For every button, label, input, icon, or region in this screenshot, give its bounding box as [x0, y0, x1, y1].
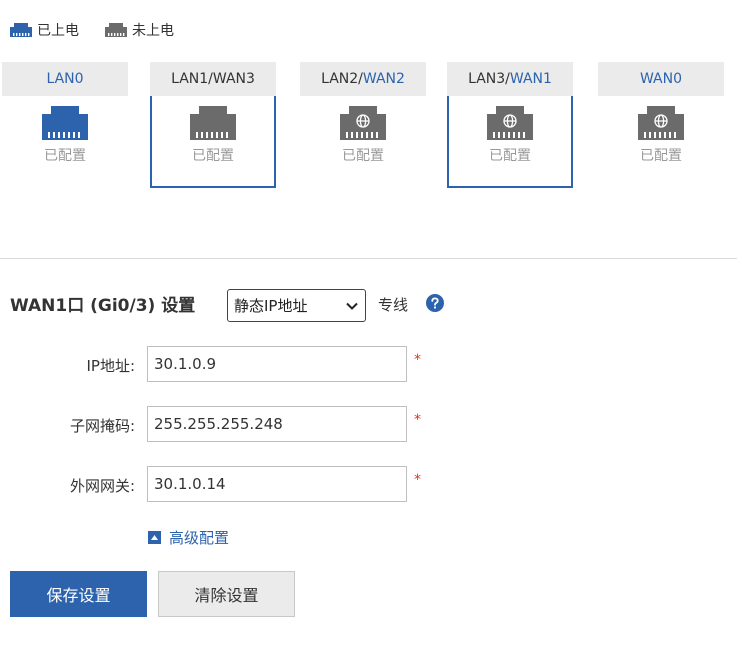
- gateway-input[interactable]: 30.1.0.14: [147, 466, 407, 502]
- port-lan2-wan2[interactable]: LAN2/WAN2 已配置: [300, 62, 426, 188]
- connection-type-value: 静态IP地址: [234, 297, 308, 315]
- port-status: 已配置: [192, 148, 234, 164]
- chevron-down-icon: [346, 302, 358, 310]
- triangle-up-icon: [148, 531, 161, 544]
- required-mark: *: [414, 472, 421, 488]
- port-name-part: WAN2: [362, 71, 405, 87]
- ethernet-port-icon: [190, 106, 236, 140]
- port-name-part: WAN0: [639, 71, 683, 87]
- ip-address-input[interactable]: 30.1.0.9: [147, 346, 407, 382]
- port-name: LAN1/WAN3: [150, 62, 276, 96]
- gateway-label: 外网网关:: [69, 477, 135, 495]
- port-name-part: WAN3: [212, 71, 255, 87]
- port-lan1-wan3[interactable]: LAN1/WAN3 已配置: [150, 62, 276, 188]
- subnet-mask-value: 255.255.255.248: [154, 415, 283, 433]
- port-name-part: WAN1: [509, 71, 552, 87]
- legend-unpowered: 未上电: [105, 20, 174, 40]
- ethernet-port-icon: [42, 106, 88, 140]
- section-divider: [0, 258, 737, 259]
- subnet-mask-label: 子网掩码:: [69, 417, 135, 435]
- port-lan0[interactable]: LAN0 已配置: [2, 62, 128, 188]
- required-mark: *: [414, 412, 421, 428]
- required-mark: *: [414, 352, 421, 368]
- ethernet-port-icon: [10, 23, 32, 37]
- legend-unpowered-label: 未上电: [132, 23, 174, 39]
- connection-type-select[interactable]: 静态IP地址: [227, 289, 366, 322]
- advanced-settings-label: 高级配置: [169, 529, 230, 547]
- ip-address-label: IP地址:: [86, 357, 135, 375]
- gateway-value: 30.1.0.14: [154, 475, 226, 493]
- port-wan0[interactable]: WAN0 已配置: [598, 62, 724, 188]
- port-status: 已配置: [44, 148, 86, 164]
- advanced-settings-toggle[interactable]: 高级配置: [148, 527, 229, 548]
- ethernet-globe-icon: [487, 106, 533, 140]
- port-name-part: LAN1: [171, 71, 209, 87]
- port-lan3-wan1[interactable]: LAN3/WAN1 已配置: [447, 62, 573, 188]
- dedicated-line-label: 专线: [378, 296, 409, 314]
- form-title: WAN1口 (Gi0/3) 设置: [10, 296, 196, 316]
- port-name: WAN0: [598, 62, 724, 96]
- ethernet-globe-icon: [638, 106, 684, 140]
- ip-address-value: 30.1.0.9: [154, 355, 217, 373]
- port-name-part: LAN3: [468, 71, 506, 87]
- ethernet-globe-icon: [340, 106, 386, 140]
- legend-powered-label: 已上电: [37, 23, 79, 39]
- port-status: 已配置: [640, 148, 682, 164]
- port-name-part: LAN2: [321, 71, 359, 87]
- port-status: 已配置: [342, 148, 384, 164]
- port-status: 已配置: [489, 148, 531, 164]
- power-legend: 已上电 未上电: [10, 20, 200, 40]
- port-name: LAN2/WAN2: [300, 62, 426, 96]
- help-icon[interactable]: [426, 294, 444, 312]
- port-name: LAN0: [2, 62, 128, 96]
- port-name: LAN3/WAN1: [447, 62, 573, 96]
- save-button[interactable]: 保存设置: [10, 571, 147, 617]
- clear-button[interactable]: 清除设置: [158, 571, 295, 617]
- legend-powered: 已上电: [10, 20, 79, 40]
- ethernet-port-icon: [105, 23, 127, 37]
- subnet-mask-input[interactable]: 255.255.255.248: [147, 406, 407, 442]
- port-name-part: LAN0: [46, 71, 84, 87]
